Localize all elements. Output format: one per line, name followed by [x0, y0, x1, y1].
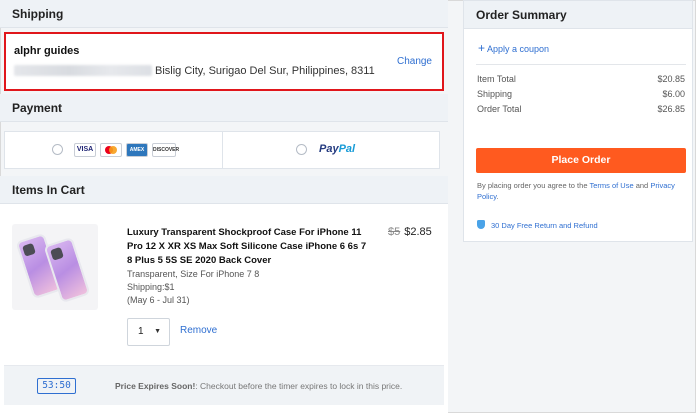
original-price: $5 — [388, 226, 401, 238]
order-agreement-text: By placing order you agree to the Terms … — [477, 180, 689, 202]
checkout-main: Shipping alphr guides Bislig City, Surig… — [0, 0, 448, 413]
order-total-label: Order Total — [477, 104, 522, 114]
product-price: $5 $2.85 — [388, 226, 432, 238]
apply-coupon-link[interactable]: + Apply a coupon — [478, 41, 549, 55]
summary-divider — [476, 64, 686, 65]
paypal-logo[interactable]: PayPal — [319, 143, 355, 155]
expire-notice-bold: Price Expires Soon! — [115, 381, 196, 391]
order-summary-heading: Order Summary — [464, 1, 692, 29]
item-total-value: $20.85 — [657, 74, 685, 84]
change-address-link[interactable]: Change — [397, 56, 432, 67]
chevron-down-icon: ▼ — [154, 328, 161, 335]
shipping-address: Bislig City, Surigao Del Sur, Philippine… — [155, 65, 375, 77]
summary-line-shipping: Shipping $6.00 — [477, 89, 685, 99]
quantity-select[interactable]: 1 ▼ — [127, 318, 170, 346]
shipping-label: Shipping — [477, 89, 513, 99]
cart-heading: Items In Cart — [0, 176, 448, 204]
product-shipping: Shipping:$1 — [127, 282, 175, 292]
agree-suffix: . — [496, 192, 499, 201]
paypal-logo-part1: Pay — [319, 143, 339, 155]
apply-coupon-label: Apply a coupon — [487, 44, 550, 54]
card-payment-option[interactable]: VISA AMEX DISCOVER — [5, 132, 223, 168]
shipping-value: $6.00 — [662, 89, 685, 99]
paypal-logo-part2: Pal — [338, 143, 356, 155]
plus-icon: + — [478, 41, 486, 55]
mastercard-icon — [100, 143, 122, 157]
shield-icon — [477, 220, 485, 229]
visa-icon: VISA — [74, 143, 96, 157]
paypal-radio[interactable] — [296, 144, 307, 155]
summary-line-order-total: Order Total $26.85 — [477, 104, 685, 114]
discover-icon: DISCOVER — [152, 143, 179, 157]
place-order-button[interactable]: Place Order — [476, 148, 686, 173]
terms-of-use-link[interactable]: Terms of Use — [589, 181, 633, 190]
sale-price: $2.85 — [404, 226, 432, 238]
order-summary-panel: Order Summary + Apply a coupon Item Total… — [463, 0, 693, 242]
free-return-link[interactable]: 30 Day Free Return and Refund — [477, 220, 598, 230]
amex-icon: AMEX — [126, 143, 148, 157]
product-image[interactable] — [12, 224, 98, 310]
remove-item-link[interactable]: Remove — [180, 325, 217, 336]
expire-notice-text: : Checkout before the timer expires to l… — [195, 381, 403, 391]
product-variant: Transparent, Size For iPhone 7 8 — [127, 269, 260, 279]
card-radio[interactable] — [52, 144, 63, 155]
shipping-heading: Shipping — [0, 0, 448, 28]
agree-and: and — [633, 181, 651, 190]
countdown-timer: 53:50 — [37, 378, 76, 394]
delivery-window: (May 6 - Jul 31) — [127, 295, 190, 305]
item-total-label: Item Total — [477, 74, 516, 84]
summary-line-item-total: Item Total $20.85 — [477, 74, 685, 84]
camera-graphic — [22, 242, 36, 257]
shipping-address-card[interactable]: alphr guides Bislig City, Surigao Del Su… — [4, 32, 444, 91]
price-timer-bar: 53:50 Price Expires Soon!: Checkout befo… — [4, 365, 444, 405]
agree-prefix: By placing order you agree to the — [477, 181, 590, 190]
redacted-street-address — [14, 65, 152, 76]
camera-graphic — [50, 246, 64, 261]
payment-methods: VISA AMEX DISCOVER PayPal — [4, 131, 440, 169]
payment-heading: Payment — [0, 94, 448, 122]
free-return-label: 30 Day Free Return and Refund — [491, 221, 598, 230]
order-total-value: $26.85 — [657, 104, 685, 114]
quantity-value: 1 — [138, 326, 144, 337]
product-title[interactable]: Luxury Transparent Shockproof Case For i… — [127, 226, 369, 268]
recipient-name: alphr guides — [14, 45, 80, 57]
expire-notice: Price Expires Soon!: Checkout before the… — [115, 381, 402, 391]
